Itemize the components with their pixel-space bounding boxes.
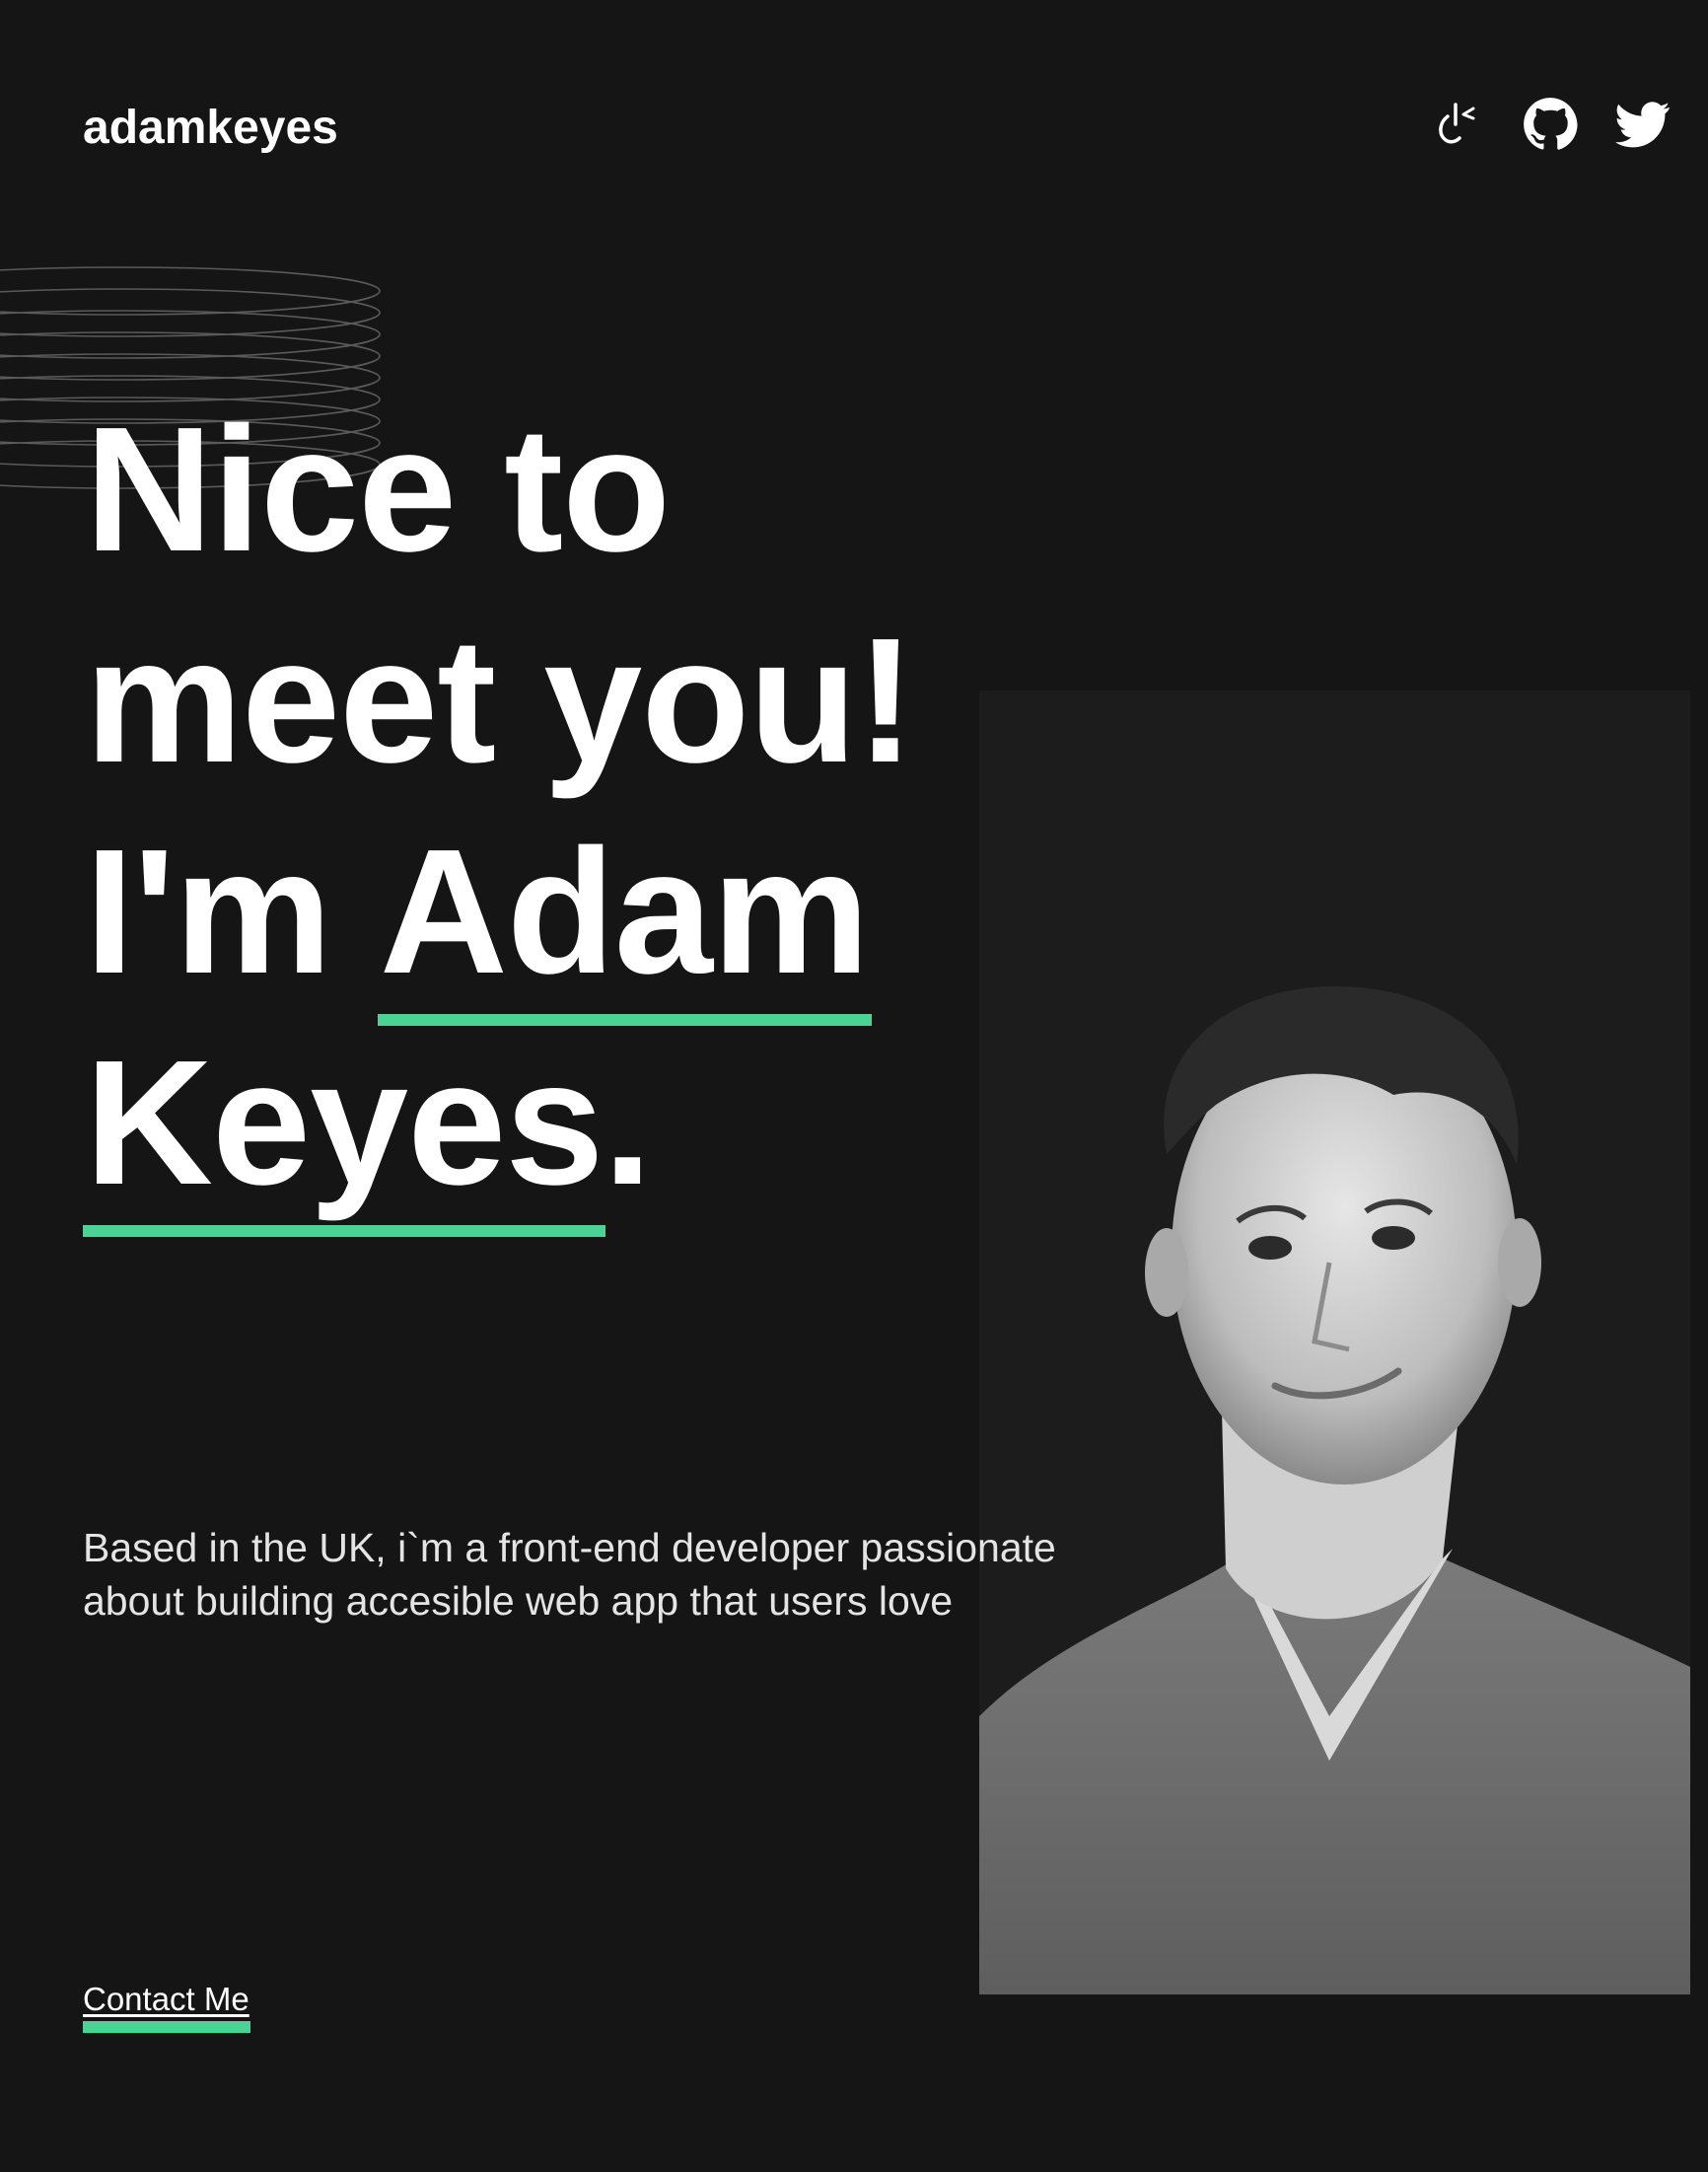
contact-me-link[interactable]: Contact Me xyxy=(83,1981,249,2018)
headline-line-1: Nice to xyxy=(85,391,671,589)
headline-period: . xyxy=(603,1024,652,1222)
headline-line-3: I'm Adam xyxy=(85,807,914,1026)
twitter-link[interactable] xyxy=(1615,97,1671,152)
headline-line-4: Keyes. xyxy=(82,1018,914,1237)
site-logo[interactable]: adamkeyes xyxy=(83,101,338,155)
social-links xyxy=(1430,97,1671,152)
twitter-icon xyxy=(1615,102,1671,148)
portrait-illustration xyxy=(979,690,1690,1994)
codepen-icon xyxy=(1439,103,1475,144)
profile-photo xyxy=(979,690,1690,1994)
page: adamkeyes Nice to meet you! I'm Adam Key… xyxy=(0,0,1708,2172)
github-link[interactable] xyxy=(1523,97,1578,152)
headline-line-2: meet you! xyxy=(85,602,915,800)
contact-underline xyxy=(83,2021,250,2033)
headline-prefix: I'm xyxy=(85,813,380,1011)
name-first: Adam xyxy=(377,807,873,1026)
name-last: Keyes xyxy=(82,1018,606,1237)
github-icon xyxy=(1524,98,1578,150)
hero-headline: Nice to meet you! I'm Adam Keyes. xyxy=(82,385,915,1237)
codepen-link[interactable] xyxy=(1430,97,1485,152)
intro-text: Based in the UK, i`m a front-end develop… xyxy=(83,1525,1056,1624)
